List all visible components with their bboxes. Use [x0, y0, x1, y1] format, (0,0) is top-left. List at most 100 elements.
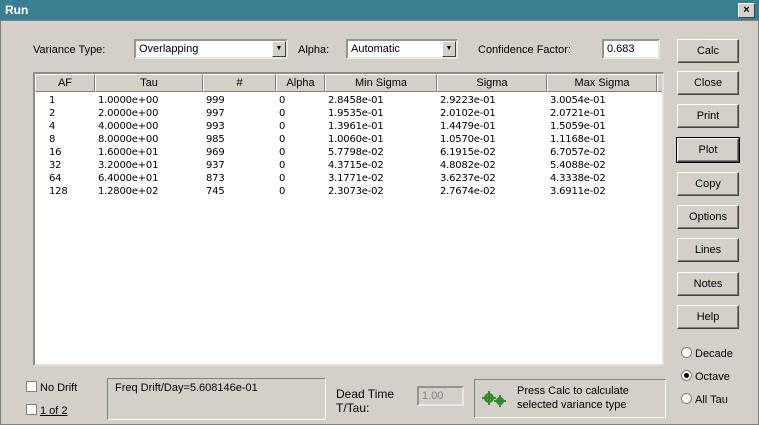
dead-time-label: Dead Time [336, 387, 395, 401]
cell-tau: 1.0000e+00 [98, 95, 159, 106]
one-of-two-checkbox[interactable]: 1 of 2 [26, 404, 68, 417]
table-row[interactable]: 64 6.4000e+01 873 0 3.1771e-02 3.6237e-02 4.33… [35, 172, 657, 185]
column-header-tau[interactable]: Tau [95, 74, 203, 92]
dead-time-input[interactable]: 1.00 [417, 386, 464, 406]
cell-sigma: 2.9223e-01 [440, 95, 496, 106]
cell-count: 997 [206, 108, 225, 119]
cell-max-sigma: 1.5059e-01 [550, 121, 606, 132]
table-row[interactable]: 128 1.2800e+02 745 0 2.3073e-02 2.7674e-02 3.6… [35, 185, 657, 198]
alpha-select[interactable]: Automatic ▼ [346, 39, 458, 59]
radio-octave[interactable]: Octave [681, 370, 730, 383]
cell-count: 937 [206, 160, 225, 171]
cell-min-sigma: 4.3715e-02 [328, 160, 384, 171]
cell-min-sigma: 5.7798e-02 [328, 147, 384, 158]
help-button[interactable]: Help [677, 305, 739, 329]
cell-af: 1 [49, 95, 56, 106]
options-button[interactable]: Options [677, 205, 739, 229]
copy-button[interactable]: Copy [677, 172, 739, 196]
radio-label: All Tau [695, 394, 728, 406]
freq-drift-text: Freq Drift/Day=5.608146e-01 [115, 382, 258, 394]
status-line-1: Press Calc to calculate [517, 385, 629, 397]
cell-af: 4 [49, 121, 56, 132]
freq-drift-panel: Freq Drift/Day=5.608146e-01 [107, 378, 326, 420]
table-row[interactable]: 16 1.6000e+01 969 0 5.7798e-02 6.1915e-02 6.70… [35, 146, 657, 159]
column-header-filler [657, 74, 662, 92]
checkbox-icon [26, 381, 37, 392]
cell-sigma: 2.7674e-02 [440, 186, 496, 197]
close-button[interactable]: Close [677, 71, 739, 95]
radio-decade[interactable]: Decade [681, 347, 733, 360]
chevron-down-icon[interactable]: ▼ [442, 41, 456, 57]
cell-alpha: 0 [279, 147, 286, 158]
cell-sigma: 6.1915e-02 [440, 147, 496, 158]
cell-count: 873 [206, 173, 225, 184]
cell-tau: 1.2800e+02 [98, 186, 159, 197]
table-row[interactable]: 32 3.2000e+01 937 0 4.3715e-02 4.8082e-02 5.40… [35, 159, 657, 172]
variance-type-select[interactable]: Overlapping ▼ [134, 39, 288, 59]
cell-alpha: 0 [279, 186, 286, 197]
cell-min-sigma: 3.1771e-02 [328, 173, 384, 184]
column-header-alpha[interactable]: Alpha [276, 74, 325, 92]
alpha-value: Automatic [351, 43, 400, 55]
cell-sigma: 1.4479e-01 [440, 121, 496, 132]
cell-min-sigma: 2.8458e-01 [328, 95, 384, 106]
table-row[interactable]: 4 4.0000e+00 993 0 1.3961e-01 1.4479e-01 1.505… [35, 120, 657, 133]
cell-alpha: 0 [279, 173, 286, 184]
radio-label: Decade [695, 348, 733, 360]
cell-sigma: 4.8082e-02 [440, 160, 496, 171]
cell-min-sigma: 2.3073e-02 [328, 186, 384, 197]
cell-alpha: 0 [279, 160, 286, 171]
cell-max-sigma: 4.3338e-02 [550, 173, 606, 184]
cell-alpha: 0 [279, 108, 286, 119]
confidence-factor-value: 0.683 [607, 43, 635, 55]
cell-count: 985 [206, 134, 225, 145]
lines-button[interactable]: Lines [677, 238, 739, 262]
cell-min-sigma: 1.9535e-01 [328, 108, 384, 119]
table-row[interactable]: 1 1.0000e+00 999 0 2.8458e-01 2.9223e-01 3.005… [35, 94, 657, 107]
no-drift-checkbox[interactable]: No Drift [26, 381, 77, 394]
chevron-down-icon[interactable]: ▼ [272, 41, 286, 57]
cell-tau: 3.2000e+01 [98, 160, 159, 171]
cell-max-sigma: 3.0054e-01 [550, 95, 606, 106]
results-table[interactable]: AF Tau # Alpha Min Sigma Sigma Max Sigma 1 1.000… [33, 72, 664, 366]
cell-sigma: 3.6237e-02 [440, 173, 496, 184]
table-row[interactable]: 8 8.0000e+00 985 0 1.0060e-01 1.0570e-01 1.116… [35, 133, 657, 146]
cell-max-sigma: 3.6911e-02 [550, 186, 606, 197]
cell-max-sigma: 5.4088e-02 [550, 160, 606, 171]
close-icon[interactable]: × [738, 3, 755, 18]
variance-type-label: Variance Type: [33, 44, 106, 56]
cell-tau: 2.0000e+00 [98, 108, 159, 119]
cell-af: 2 [49, 108, 56, 119]
cell-min-sigma: 1.3961e-01 [328, 121, 384, 132]
column-header-sigma[interactable]: Sigma [437, 74, 547, 92]
cell-max-sigma: 2.0721e-01 [550, 108, 606, 119]
plot-button[interactable]: Plot [676, 137, 740, 163]
column-header-min-sigma[interactable]: Min Sigma [325, 74, 437, 92]
status-panel: Press Calc to calculate selected varianc… [474, 379, 666, 418]
cell-count: 969 [206, 147, 225, 158]
column-header-count[interactable]: # [203, 74, 276, 92]
print-button[interactable]: Print [677, 104, 739, 128]
table-row[interactable]: 2 2.0000e+00 997 0 1.9535e-01 2.0102e-01 2.072… [35, 107, 657, 120]
confidence-factor-input[interactable]: 0.683 [602, 39, 660, 59]
cell-alpha: 0 [279, 134, 286, 145]
notes-button[interactable]: Notes [677, 272, 739, 296]
cell-af: 32 [49, 160, 62, 171]
radio-label: Octave [695, 371, 730, 383]
status-line-2: selected variance type [517, 399, 627, 411]
column-header-af[interactable]: AF [35, 74, 95, 92]
radio-icon [681, 393, 692, 404]
cell-max-sigma: 1.1168e-01 [550, 134, 606, 145]
cell-af: 8 [49, 134, 56, 145]
checkbox-icon [26, 404, 37, 415]
cell-count: 745 [206, 186, 225, 197]
cell-max-sigma: 6.7057e-02 [550, 147, 606, 158]
window-title: Run [5, 3, 29, 17]
radio-icon [681, 347, 692, 358]
radio-all-tau[interactable]: All Tau [681, 393, 728, 406]
calc-button[interactable]: Calc [677, 39, 739, 63]
column-header-max-sigma[interactable]: Max Sigma [547, 74, 657, 92]
title-bar: Run × [0, 0, 759, 20]
cell-af: 16 [49, 147, 62, 158]
cell-alpha: 0 [279, 95, 286, 106]
